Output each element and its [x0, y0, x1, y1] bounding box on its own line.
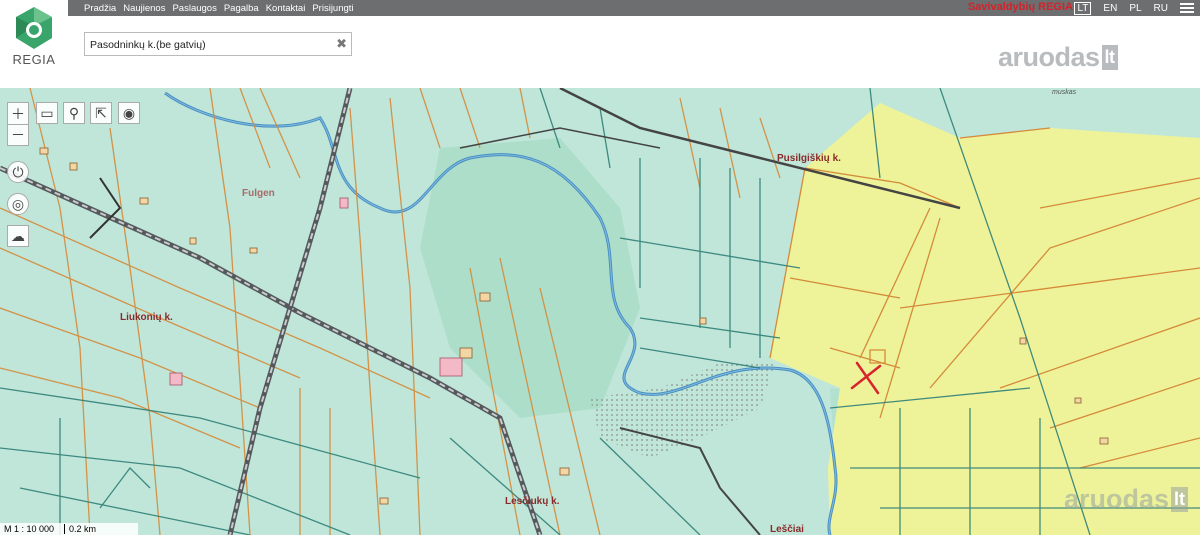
top-navigation: Pradžia Naujienos Paslaugos Pagalba Kont…	[68, 0, 1200, 16]
zoom-out-button[interactable]: －	[7, 124, 29, 146]
language-switcher: LT EN PL RU	[1074, 0, 1168, 16]
regia-map-app: REGIA Pradžia Naujienos Paslaugos Pagalb…	[0, 0, 1200, 535]
logo-text: REGIA	[12, 52, 56, 67]
scale-ratio: M 1 : 10 000	[4, 524, 55, 534]
watermark-bottom-text: aruodas	[1063, 484, 1169, 514]
area-select-icon[interactable]: ☁	[7, 225, 29, 247]
measure-icon[interactable]: ▭	[36, 102, 58, 124]
nav-kontaktai[interactable]: Kontaktai	[266, 3, 306, 14]
scale-distance: 0.2 km	[64, 524, 134, 534]
reset-view-icon[interactable]: ⏻	[7, 161, 29, 183]
aruodas-watermark-bottom: aruodas lt	[1064, 484, 1188, 515]
watermark-suffix: lt	[1101, 45, 1118, 70]
place-lesciuku: Lesčiukų k.	[505, 496, 560, 507]
lang-lt[interactable]: LT	[1074, 1, 1092, 15]
watermark-bottom-suffix: lt	[1171, 487, 1188, 512]
hamburger-menu-icon[interactable]	[1180, 3, 1194, 13]
map-canvas	[0, 88, 1200, 535]
place-lesciai: Leščiai	[770, 524, 804, 535]
brand-title[interactable]: Savivaldybių REGIA	[968, 1, 1073, 13]
nav-prisijungti[interactable]: Prisijungti	[312, 3, 353, 14]
nav-pradzia[interactable]: Pradžia	[84, 3, 116, 14]
nav-naujienos[interactable]: Naujienos	[123, 3, 165, 14]
place-pusilgiskiu: Pusilgiškių k.	[777, 153, 841, 164]
share-icon[interactable]: ⇱	[90, 102, 112, 124]
search-value: Pasodninkų k.(be gatvių)	[90, 39, 206, 51]
place-liukoniu: Liukonių k.	[120, 312, 173, 323]
regia-logo-icon	[16, 7, 52, 49]
lang-pl[interactable]: PL	[1129, 3, 1141, 14]
target-icon[interactable]: ◉	[118, 102, 140, 124]
pin-icon[interactable]: ⚲	[63, 102, 85, 124]
lang-ru[interactable]: RU	[1154, 3, 1168, 14]
nav-pagalba[interactable]: Pagalba	[224, 3, 259, 14]
scale-bar: M 1 : 10 000 0.2 km	[0, 523, 139, 535]
place-fulgen: Fulgen	[242, 188, 275, 199]
aruodas-watermark: aruodas lt	[998, 42, 1118, 73]
regia-logo[interactable]: REGIA	[0, 0, 68, 88]
zoom-in-button[interactable]: ＋	[7, 102, 29, 124]
header: REGIA Pradžia Naujienos Paslaugos Pagalb…	[0, 0, 1200, 88]
watermark-text: aruodas	[998, 42, 1100, 72]
search-input[interactable]: Pasodninkų k.(be gatvių) ✖	[84, 32, 352, 56]
cadastral-map[interactable]: Fulgen Liukonių k. Pusilgiškių k. Lesčiu…	[0, 88, 1200, 535]
locate-icon[interactable]: ◎	[7, 193, 29, 215]
lang-en[interactable]: EN	[1103, 3, 1117, 14]
place-muskas: muskas	[1052, 89, 1077, 96]
nav-paslaugos[interactable]: Paslaugos	[172, 3, 216, 14]
clear-search-icon[interactable]: ✖	[336, 36, 347, 52]
